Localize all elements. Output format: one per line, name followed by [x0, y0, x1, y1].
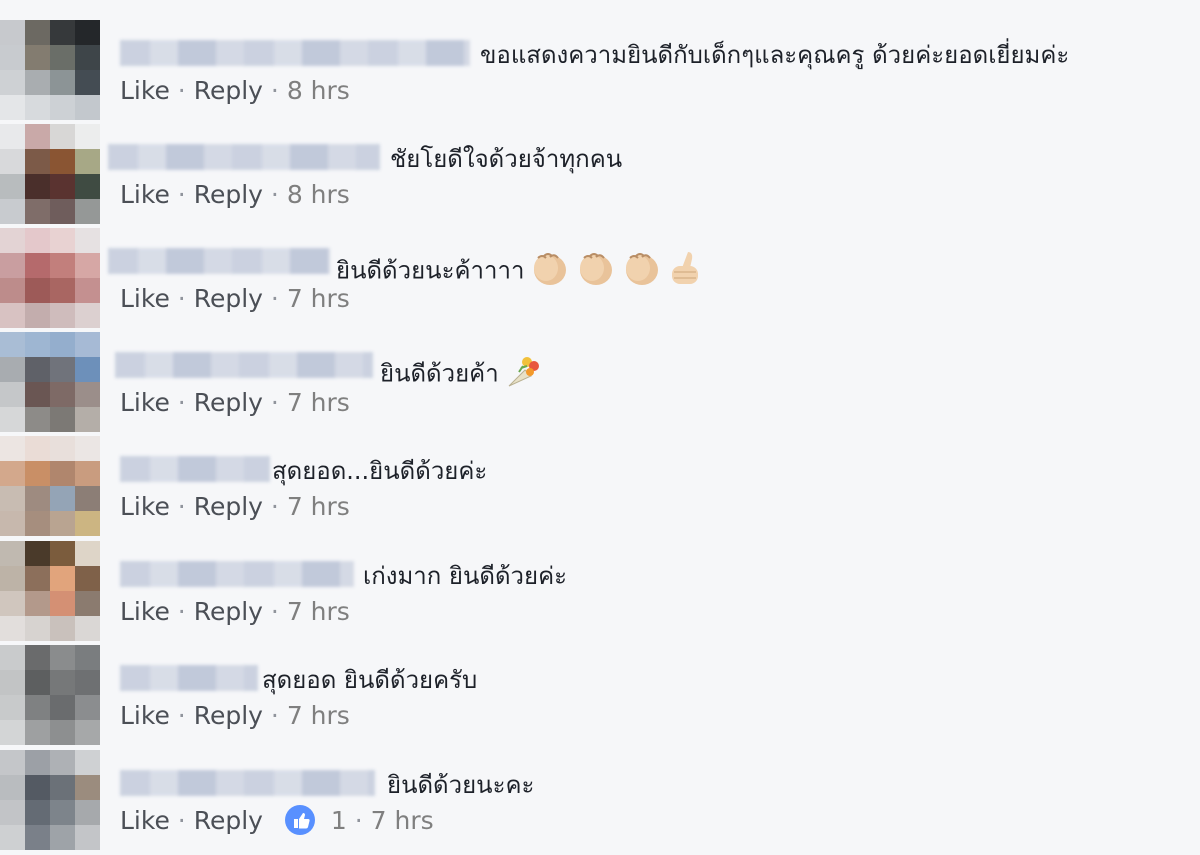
author-name[interactable]	[120, 770, 375, 796]
avatar[interactable]	[0, 332, 100, 432]
author-name[interactable]	[115, 352, 373, 378]
author-name[interactable]	[120, 456, 270, 482]
comment-actions: Like · Reply · 8 hrs	[120, 76, 350, 105]
like-button[interactable]: Like	[120, 76, 170, 105]
avatar[interactable]	[0, 750, 100, 850]
comment-actions: Like · Reply · 8 hrs	[120, 180, 350, 209]
comment: สุดยอด ยินดีด้วยครับ Like · Reply · 7 hr…	[0, 645, 1200, 749]
comment-text: ยินดีด้วยนะค้าาาา	[336, 248, 706, 295]
like-count[interactable]: 1	[331, 806, 347, 835]
reply-button[interactable]: Reply	[194, 806, 263, 835]
reply-button[interactable]: Reply	[194, 388, 263, 417]
reply-button[interactable]: Reply	[194, 76, 263, 105]
comment: ยินดีด้วยนะคะ Like · Reply 1 · 7 hrs	[0, 750, 1200, 854]
author-name[interactable]	[108, 144, 380, 170]
like-button[interactable]: Like	[120, 180, 170, 209]
like-button[interactable]: Like	[120, 597, 170, 626]
avatar[interactable]	[0, 124, 100, 224]
comment-actions: Like · Reply 1 · 7 hrs	[120, 805, 434, 835]
comment-actions: Like · Reply · 7 hrs	[120, 701, 350, 730]
avatar[interactable]	[0, 436, 100, 536]
comment-text: ยินดีด้วยนะคะ	[387, 771, 535, 799]
comment: ชัยโยดีใจด้วยจ้าทุกคน Like · Reply · 8 h…	[0, 124, 1200, 228]
author-name[interactable]	[120, 561, 354, 587]
timestamp[interactable]: 7 hrs	[371, 806, 434, 835]
comment-text: สุดยอด...ยินดีด้วยค่ะ	[272, 457, 488, 485]
avatar[interactable]	[0, 645, 100, 745]
timestamp[interactable]: 8 hrs	[287, 180, 350, 209]
like-button[interactable]: Like	[120, 388, 170, 417]
reply-button[interactable]: Reply	[194, 180, 263, 209]
comment-text: ขอแสดงความยินดีกับเด็กๆและคุณครู ด้วยค่ะ…	[480, 41, 1070, 69]
comment: ขอแสดงความยินดีกับเด็กๆและคุณครู ด้วยค่ะ…	[0, 20, 1200, 124]
like-button[interactable]: Like	[120, 492, 170, 521]
timestamp[interactable]: 7 hrs	[287, 492, 350, 521]
reply-button[interactable]: Reply	[194, 492, 263, 521]
like-button[interactable]: Like	[120, 284, 170, 313]
avatar[interactable]	[0, 228, 100, 328]
reply-button[interactable]: Reply	[194, 597, 263, 626]
clapping-hands-icon	[576, 248, 616, 295]
clapping-hands-icon	[530, 248, 570, 295]
comment-text: เก่งมาก ยินดีด้วยค่ะ	[363, 562, 568, 590]
author-name[interactable]	[120, 40, 470, 66]
comment-actions: Like · Reply · 7 hrs	[120, 597, 350, 626]
timestamp[interactable]: 7 hrs	[287, 388, 350, 417]
like-button[interactable]: Like	[120, 806, 170, 835]
comment-text: ชัยโยดีใจด้วยจ้าทุกคน	[390, 145, 623, 173]
comment-text-body: ยินดีด้วยนะค้าาาา	[336, 256, 525, 285]
timestamp[interactable]: 8 hrs	[287, 76, 350, 105]
comment: สุดยอด...ยินดีด้วยค่ะ Like · Reply · 7 h…	[0, 436, 1200, 540]
timestamp[interactable]: 7 hrs	[287, 701, 350, 730]
avatar[interactable]	[0, 541, 100, 641]
author-name[interactable]	[120, 665, 258, 691]
like-button[interactable]: Like	[120, 701, 170, 730]
author-name[interactable]	[108, 248, 330, 274]
comment-actions: Like · Reply · 7 hrs	[120, 388, 350, 417]
comment: เก่งมาก ยินดีด้วยค่ะ Like · Reply · 7 hr…	[0, 541, 1200, 645]
comment-text-body: ยินดีด้วยค้า	[380, 359, 499, 388]
bouquet-icon	[505, 352, 543, 397]
comment-text: สุดยอด ยินดีด้วยครับ	[262, 666, 478, 694]
comment: ยินดีด้วยค้า Like · Reply · 7 hrs	[0, 332, 1200, 436]
thumbs-up-icon	[668, 248, 706, 295]
clapping-hands-icon	[622, 248, 662, 295]
avatar[interactable]	[0, 20, 100, 120]
reply-button[interactable]: Reply	[194, 701, 263, 730]
comment-text: ยินดีด้วยค้า	[380, 352, 543, 397]
timestamp[interactable]: 7 hrs	[287, 597, 350, 626]
comment-actions: Like · Reply · 7 hrs	[120, 284, 350, 313]
comment-actions: Like · Reply · 7 hrs	[120, 492, 350, 521]
timestamp[interactable]: 7 hrs	[287, 284, 350, 313]
like-reaction-icon[interactable]	[284, 805, 315, 835]
comment: ยินดีด้วยนะค้าาาา Like · Reply · 7 hrs	[0, 228, 1200, 332]
reply-button[interactable]: Reply	[194, 284, 263, 313]
